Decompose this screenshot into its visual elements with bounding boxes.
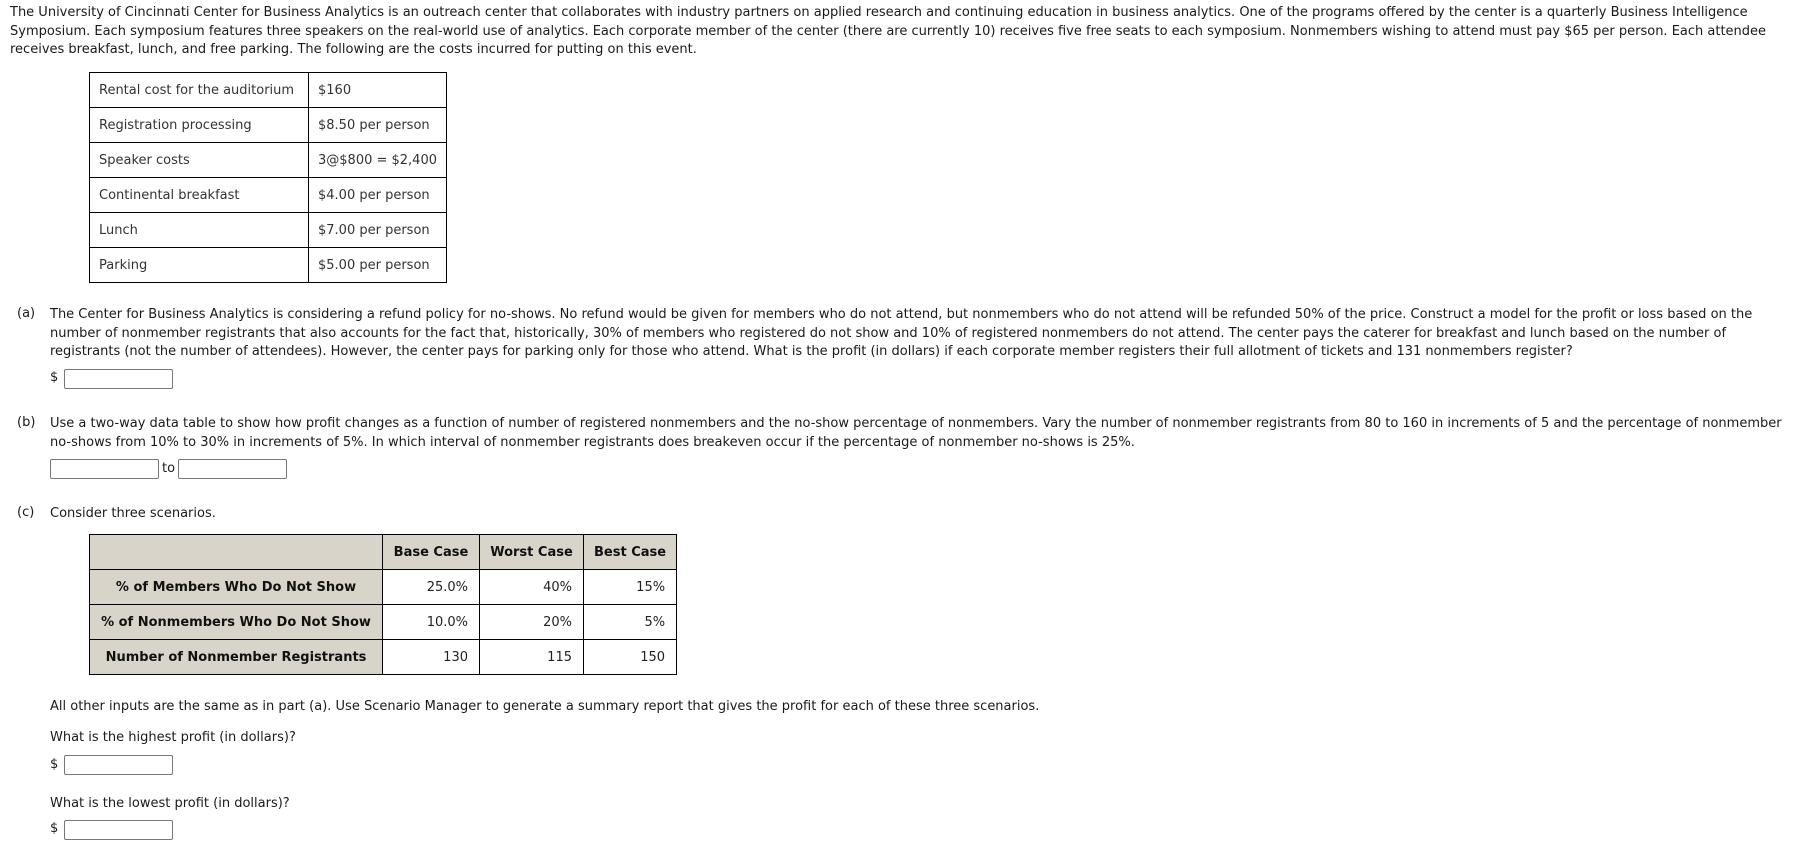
part-b-question: Use a two-way data table to show how pro… <box>50 416 1782 450</box>
breakeven-to-input[interactable] <box>178 459 288 479</box>
highest-profit-input[interactable] <box>64 755 173 775</box>
cell-value: 10.0% <box>382 604 480 640</box>
part-c: (c) Consider three scenarios. <box>10 505 1790 524</box>
table-row: Registration processing $8.50 per person <box>89 107 447 143</box>
part-c-tag: (c) <box>17 505 35 520</box>
cell-value: 15% <box>582 569 678 605</box>
cost-table: Rental cost for the auditorium $160 Regi… <box>89 72 447 283</box>
cost-value: 3@$800 = $2,400 <box>308 142 447 178</box>
table-row: Parking $5.00 per person <box>89 247 447 283</box>
cell-value: 150 <box>582 639 678 675</box>
table-row: Speaker costs 3@$800 = $2,400 <box>89 142 447 178</box>
to-label: to <box>162 460 176 476</box>
lowest-profit-question: What is the lowest profit (in dollars)? <box>50 796 290 811</box>
cost-label: Lunch <box>89 212 309 248</box>
cost-value: $8.50 per person <box>308 107 447 143</box>
part-c-intro: Consider three scenarios. <box>50 506 216 521</box>
cost-label: Parking <box>89 247 309 283</box>
table-header-row: Base Case Worst Case Best Case <box>89 534 678 570</box>
part-a: (a) The Center for Business Analytics is… <box>10 306 1790 389</box>
cell-value: 115 <box>479 639 584 675</box>
part-a-question: The Center for Business Analytics is con… <box>50 307 1753 359</box>
cost-label: Continental breakfast <box>89 177 309 213</box>
lowest-profit-input[interactable] <box>64 819 173 840</box>
header-best-case: Best Case <box>582 534 678 570</box>
table-row: Number of Nonmember Registrants 130 115 … <box>89 639 678 675</box>
cost-label: Rental cost for the auditorium <box>89 72 309 108</box>
table-row: Continental breakfast $4.00 per person <box>89 177 447 213</box>
problem-intro: The University of Cincinnati Center for … <box>10 5 1767 57</box>
cell-value: 25.0% <box>382 569 480 605</box>
table-row: Rental cost for the auditorium $160 <box>89 72 447 108</box>
cost-value: $5.00 per person <box>308 247 447 283</box>
part-a-profit-input[interactable] <box>64 368 173 389</box>
part-a-tag: (a) <box>17 306 36 321</box>
cost-value: $7.00 per person <box>308 212 447 248</box>
header-worst-case: Worst Case <box>479 534 584 570</box>
scenario-table: Base Case Worst Case Best Case % of Memb… <box>89 534 678 675</box>
cost-label: Speaker costs <box>89 142 309 178</box>
corner-header <box>89 534 383 570</box>
row-label: % of Members Who Do Not Show <box>89 569 383 605</box>
dollar-sign: $ <box>50 756 59 772</box>
dollar-sign: $ <box>50 821 59 837</box>
table-row: % of Nonmembers Who Do Not Show 10.0% 20… <box>89 604 678 640</box>
cost-label: Registration processing <box>89 107 309 143</box>
scenario-note: All other inputs are the same as in part… <box>50 699 1040 714</box>
cell-value: 130 <box>382 639 480 675</box>
dollar-sign: $ <box>50 370 59 386</box>
cell-value: 5% <box>582 604 678 640</box>
row-label: Number of Nonmember Registrants <box>89 639 383 675</box>
highest-profit-question: What is the highest profit (in dollars)? <box>50 729 296 745</box>
breakeven-from-input[interactable] <box>50 459 159 479</box>
part-b-tag: (b) <box>17 415 36 430</box>
header-base-case: Base Case <box>382 534 480 570</box>
cost-value: $160 <box>308 72 447 108</box>
cell-value: 40% <box>479 569 584 605</box>
part-b: (b) Use a two-way data table to show how… <box>10 415 1790 479</box>
table-row: % of Members Who Do Not Show 25.0% 40% 1… <box>89 569 678 605</box>
cell-value: 20% <box>479 604 584 640</box>
row-label: % of Nonmembers Who Do Not Show <box>89 604 383 640</box>
part-c-answers: All other inputs are the same as in part… <box>10 698 1790 840</box>
table-row: Lunch $7.00 per person <box>89 212 447 248</box>
cost-value: $4.00 per person <box>308 177 447 213</box>
